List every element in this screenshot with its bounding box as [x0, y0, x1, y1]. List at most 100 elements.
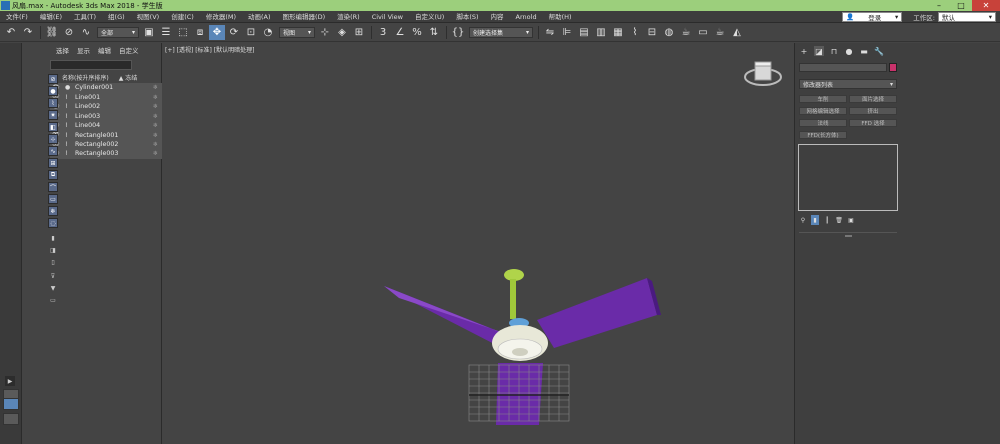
- modifier-button-extrude[interactable]: 挤出: [849, 107, 897, 115]
- display-hidden-icon[interactable]: ◌: [48, 218, 58, 228]
- column-name[interactable]: 名称(按升序排序): [62, 73, 109, 82]
- render-production-icon[interactable]: ☕: [712, 25, 728, 40]
- column-frozen[interactable]: ▲ 冻结: [119, 73, 138, 82]
- angle-snap-icon[interactable]: ∠: [392, 25, 408, 40]
- display-all-icon[interactable]: ▮: [48, 233, 58, 243]
- menu-content[interactable]: 内容: [485, 11, 510, 23]
- menu-tools[interactable]: 工具(T): [68, 11, 102, 23]
- freeze-icon[interactable]: ❄: [153, 132, 158, 139]
- viewport-layout-icon[interactable]: [3, 398, 19, 410]
- menu-edit[interactable]: 编辑(E): [34, 11, 68, 23]
- modifier-button-mesh-select[interactable]: 网格编辑选择: [799, 107, 847, 115]
- fan-rod[interactable]: [504, 269, 524, 319]
- align-icon[interactable]: ⊫: [559, 25, 575, 40]
- menu-modifiers[interactable]: 修改器(M): [200, 11, 242, 23]
- list-item[interactable]: 👁⌇Rectangle003❄: [50, 149, 162, 159]
- material-editor-icon[interactable]: ◍: [661, 25, 677, 40]
- utilities-tab-icon[interactable]: 🔧: [874, 46, 884, 56]
- menu-customize[interactable]: 自定义(U): [409, 11, 450, 23]
- window-crossing-icon[interactable]: ⧈: [192, 25, 208, 40]
- freeze-icon[interactable]: ❄: [153, 113, 158, 120]
- selection-filter-dropdown[interactable]: 全部 ▾: [97, 26, 139, 38]
- snaps-toggle-icon[interactable]: 3: [375, 25, 391, 40]
- display-lights-icon[interactable]: ✷: [48, 110, 58, 120]
- freeze-icon[interactable]: ❄: [153, 94, 158, 101]
- fan-blade-left[interactable]: [384, 286, 510, 348]
- login-dropdown[interactable]: 👤 登录 ▾: [842, 11, 903, 22]
- menu-arnold[interactable]: Arnold: [510, 11, 543, 23]
- list-item[interactable]: 👁●Cylinder001❄: [50, 83, 162, 93]
- rectangular-selection-icon[interactable]: ⬚: [175, 25, 191, 40]
- list-item[interactable]: 👁⌇Rectangle001❄: [50, 130, 162, 140]
- menu-help[interactable]: 帮助(H): [543, 11, 578, 23]
- menu-rendering[interactable]: 渲染(R): [331, 11, 366, 23]
- modify-tab-icon[interactable]: ◪: [814, 46, 824, 56]
- freeze-icon[interactable]: ❄: [153, 84, 158, 91]
- scene-search-input[interactable]: [50, 60, 132, 70]
- display-geometry-icon[interactable]: ●: [48, 86, 58, 96]
- list-item[interactable]: 👁⌇Line004❄: [50, 120, 162, 131]
- configure-modifier-sets-icon[interactable]: ▣: [847, 215, 855, 225]
- fan-blade-right[interactable]: [537, 278, 661, 348]
- show-end-result-icon[interactable]: ▮: [811, 215, 819, 225]
- layer-explorer-icon[interactable]: ▤: [576, 25, 592, 40]
- funnel-icon[interactable]: ▼: [48, 283, 58, 293]
- edit-named-selection-icon[interactable]: {}: [450, 25, 466, 40]
- close-icon[interactable]: ✕: [972, 0, 1000, 11]
- toggle-ribbon-icon[interactable]: ▥: [593, 25, 609, 40]
- create-tab-icon[interactable]: +: [799, 46, 809, 56]
- link-icon[interactable]: ⛓: [44, 25, 60, 40]
- menu-graph-editors[interactable]: 图形编辑器(D): [277, 11, 332, 23]
- play-arrow-icon[interactable]: ▶: [5, 376, 15, 386]
- spinner-snap-icon[interactable]: ⇅: [426, 25, 442, 40]
- remove-modifier-icon[interactable]: 🗑: [835, 215, 843, 225]
- fan-motor-housing[interactable]: [492, 318, 548, 361]
- workspace-dropdown[interactable]: 默认 ▾: [938, 11, 996, 22]
- display-bones-icon[interactable]: ⌒: [48, 182, 58, 192]
- modifier-button-patch-select[interactable]: 面片选择: [849, 95, 897, 103]
- object-color-swatch[interactable]: [889, 63, 897, 72]
- percent-snap-icon[interactable]: %: [409, 25, 425, 40]
- modifier-button-ffd-select[interactable]: FFD 选择: [849, 119, 897, 127]
- hierarchy-tab-icon[interactable]: ⊓: [829, 46, 839, 56]
- named-selection-dropdown[interactable]: 创建选择集 ▾: [469, 26, 533, 38]
- display-containers-icon[interactable]: ▭: [48, 194, 58, 204]
- modifier-list-dropdown[interactable]: 修改器列表 ▾: [799, 79, 897, 89]
- display-children-icon[interactable]: ▯: [48, 257, 58, 267]
- menu-civil-view[interactable]: Civil View: [366, 11, 409, 23]
- list-item[interactable]: 👁 ⌇ Line001 ❄: [50, 92, 162, 102]
- display-tab-icon[interactable]: ▬: [859, 46, 869, 56]
- pivot-icon[interactable]: ⊹: [317, 25, 333, 40]
- display-shapes-icon[interactable]: ⌇: [48, 98, 58, 108]
- schematic-view-icon[interactable]: ⊟: [644, 25, 660, 40]
- modifier-button-ffd-box[interactable]: FFD(长方体): [799, 131, 847, 139]
- rendered-frame-window-icon[interactable]: ▭: [695, 25, 711, 40]
- object-name-field[interactable]: [799, 63, 887, 72]
- modifier-button-lathe[interactable]: 车削: [799, 95, 847, 103]
- keyboard-shortcut-icon[interactable]: ⊞: [351, 25, 367, 40]
- menu-views[interactable]: 视图(V): [131, 11, 166, 23]
- viewport-layout-alt-icon[interactable]: [3, 413, 19, 425]
- display-invert-icon[interactable]: ◨: [48, 245, 58, 255]
- display-helpers-icon[interactable]: ⊹: [48, 134, 58, 144]
- display-xrefs-icon[interactable]: ⧉: [48, 170, 58, 180]
- tab-edit[interactable]: 编辑: [98, 45, 111, 55]
- place-icon[interactable]: ◔: [260, 25, 276, 40]
- maximize-icon[interactable]: □: [950, 0, 972, 11]
- freeze-icon[interactable]: ❄: [153, 150, 158, 157]
- menu-group[interactable]: 组(G): [102, 11, 131, 23]
- panel-drag-handle[interactable]: [845, 235, 852, 237]
- bind-space-warp-icon[interactable]: ∿: [78, 25, 94, 40]
- rotate-icon[interactable]: ⟳: [226, 25, 242, 40]
- scene-explorer-icon[interactable]: ▦: [610, 25, 626, 40]
- freeze-icon[interactable]: ❄: [153, 122, 158, 129]
- unlink-icon[interactable]: ⊘: [61, 25, 77, 40]
- list-item[interactable]: 👁 ⌇ Rectangle002 ❄: [50, 139, 162, 150]
- collapse-icon[interactable]: ▭: [48, 295, 58, 305]
- select-by-name-icon[interactable]: ☰: [158, 25, 174, 40]
- minimize-icon[interactable]: –: [928, 0, 950, 11]
- modifier-button-normal[interactable]: 法线: [799, 119, 847, 127]
- fan-model[interactable]: [162, 43, 794, 444]
- display-groups-icon[interactable]: ⊞: [48, 158, 58, 168]
- list-item[interactable]: 👁⌇Line003❄: [50, 111, 162, 121]
